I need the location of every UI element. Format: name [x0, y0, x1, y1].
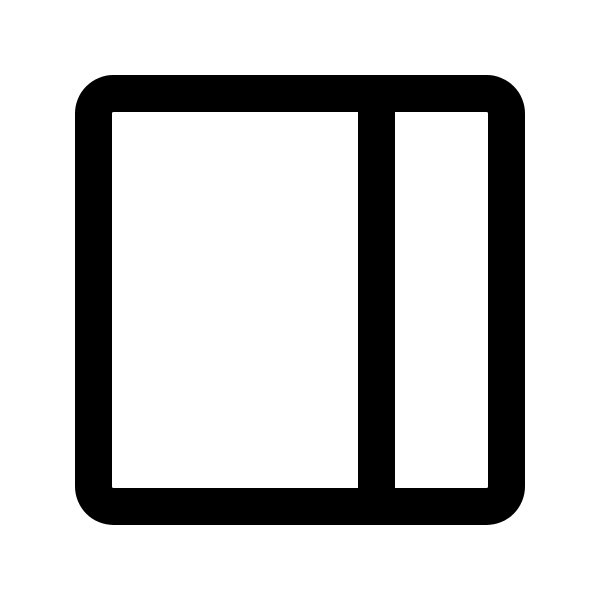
sidebar-right-icon-svg	[75, 75, 525, 525]
icon-canvas	[0, 0, 600, 600]
sidebar-right-icon	[0, 0, 600, 600]
icon-outer-frame	[75, 75, 525, 525]
